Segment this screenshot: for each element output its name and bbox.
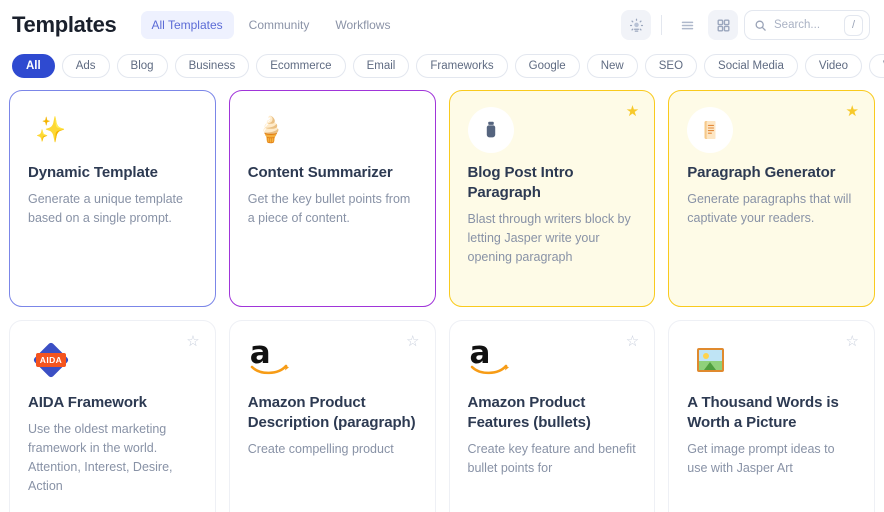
framed-picture-icon bbox=[687, 337, 733, 383]
tab-workflows[interactable]: Workflows bbox=[324, 11, 401, 39]
search-shortcut-key: / bbox=[844, 15, 863, 36]
favorite-star-icon[interactable]: ☆ bbox=[626, 334, 639, 349]
template-card-amazon-product-features[interactable]: ☆ a Amazon Product Features (bullets) Cr… bbox=[449, 320, 656, 512]
header-actions: Search... / bbox=[621, 10, 870, 40]
filter-pill-business[interactable]: Business bbox=[175, 54, 250, 78]
filter-pill-email[interactable]: Email bbox=[353, 54, 410, 78]
card-description: Generate a unique template based on a si… bbox=[28, 190, 197, 228]
card-title: Dynamic Template bbox=[28, 163, 197, 183]
scroll-icon bbox=[687, 107, 733, 153]
card-description: Generate paragraphs that will captivate … bbox=[687, 190, 856, 228]
favorite-star-icon[interactable]: ☆ bbox=[846, 334, 859, 349]
sparkles-icon: ✨ bbox=[28, 107, 74, 153]
amazon-letter: a bbox=[470, 340, 512, 367]
tab-community[interactable]: Community bbox=[238, 11, 321, 39]
amazon-letter: a bbox=[250, 340, 292, 367]
card-title: Paragraph Generator bbox=[687, 163, 856, 183]
template-card-amazon-product-description[interactable]: ☆ a Amazon Product Description (paragrap… bbox=[229, 320, 436, 512]
tab-all-templates[interactable]: All Templates bbox=[141, 11, 234, 39]
search-input[interactable]: Search... bbox=[774, 19, 837, 31]
card-title: Content Summarizer bbox=[248, 163, 417, 183]
amazon-logo-icon: a bbox=[468, 337, 514, 383]
filter-pill-social-media[interactable]: Social Media bbox=[704, 54, 798, 78]
list-view-icon[interactable] bbox=[672, 10, 702, 40]
header-divider bbox=[661, 15, 662, 35]
card-title: Amazon Product Features (bullets) bbox=[468, 393, 637, 433]
template-card-aida-framework[interactable]: ☆ AIDA AIDA Framework Use the oldest mar… bbox=[9, 320, 216, 512]
template-card-a-thousand-words[interactable]: ☆ A Thousand Words is Worth a Picture Ge… bbox=[668, 320, 875, 512]
template-card-paragraph-generator[interactable]: ★ Paragraph Generator Generate paragraph… bbox=[668, 90, 875, 307]
template-card-blog-post-intro-paragraph[interactable]: ★ Blog Post Intro Paragraph Blast throug… bbox=[449, 90, 656, 307]
card-description: Create compelling product bbox=[248, 440, 417, 459]
card-description: Get image prompt ideas to use with Jaspe… bbox=[687, 440, 856, 478]
aida-badge-icon: AIDA bbox=[28, 337, 74, 383]
filter-pill-frameworks[interactable]: Frameworks bbox=[416, 54, 507, 78]
grid-view-icon[interactable] bbox=[708, 10, 738, 40]
page-header: Templates All Templates Community Workfl… bbox=[0, 0, 884, 50]
amazon-logo-icon: a bbox=[248, 337, 294, 383]
filter-pill-video[interactable]: Video bbox=[805, 54, 862, 78]
filter-pill-blog[interactable]: Blog bbox=[117, 54, 168, 78]
card-description: Blast through writers block by letting J… bbox=[468, 210, 637, 267]
template-grid-row-2: ☆ AIDA AIDA Framework Use the oldest mar… bbox=[0, 320, 884, 512]
template-card-content-summarizer[interactable]: 🍦 Content Summarizer Get the key bullet … bbox=[229, 90, 436, 307]
filter-pill-ecommerce[interactable]: Ecommerce bbox=[256, 54, 345, 78]
favorite-star-icon[interactable]: ★ bbox=[846, 104, 859, 119]
nav-tabs: All Templates Community Workflows bbox=[141, 11, 402, 39]
card-description: Create key feature and benefit bullet po… bbox=[468, 440, 637, 478]
lightbulb-icon[interactable] bbox=[621, 10, 651, 40]
template-card-dynamic-template[interactable]: ✨ Dynamic Template Generate a unique tem… bbox=[9, 90, 216, 307]
card-title: Amazon Product Description (paragraph) bbox=[248, 393, 417, 433]
search-box[interactable]: Search... / bbox=[744, 10, 870, 40]
ink-bottle-icon bbox=[468, 107, 514, 153]
card-description: Get the key bullet points from a piece o… bbox=[248, 190, 417, 228]
card-title: AIDA Framework bbox=[28, 393, 197, 413]
page-title: Templates bbox=[12, 12, 117, 38]
card-description: Use the oldest marketing framework in th… bbox=[28, 420, 197, 496]
filter-pill-google[interactable]: Google bbox=[515, 54, 580, 78]
aida-badge-label: AIDA bbox=[36, 353, 66, 367]
favorite-star-icon[interactable]: ☆ bbox=[406, 334, 419, 349]
filter-pills: All Ads Blog Business Ecommerce Email Fr… bbox=[0, 50, 884, 90]
card-title: Blog Post Intro Paragraph bbox=[468, 163, 637, 203]
filter-pill-seo[interactable]: SEO bbox=[645, 54, 697, 78]
filter-pill-all[interactable]: All bbox=[12, 54, 55, 78]
filter-pill-website[interactable]: Website bbox=[869, 54, 884, 78]
ice-cream-cone-icon: 🍦 bbox=[248, 107, 294, 153]
filter-pill-ads[interactable]: Ads bbox=[62, 54, 110, 78]
favorite-star-icon[interactable]: ☆ bbox=[186, 334, 199, 349]
card-title: A Thousand Words is Worth a Picture bbox=[687, 393, 856, 433]
search-icon bbox=[754, 19, 767, 32]
template-grid-row-1: ✨ Dynamic Template Generate a unique tem… bbox=[0, 90, 884, 307]
favorite-star-icon[interactable]: ★ bbox=[626, 104, 639, 119]
filter-pill-new[interactable]: New bbox=[587, 54, 638, 78]
